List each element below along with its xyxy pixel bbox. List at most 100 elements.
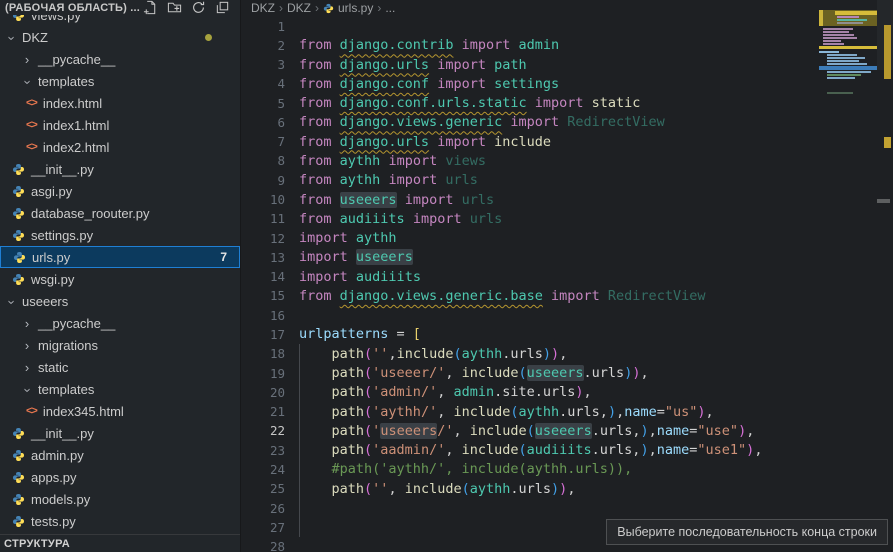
html-icon: <> — [26, 97, 37, 109]
item-label: index.html — [43, 96, 102, 111]
line-number: 24 — [241, 462, 285, 477]
minimap[interactable] — [819, 8, 878, 218]
code-line-10[interactable]: 10from useeers import urls — [241, 190, 494, 210]
item-label: apps.py — [31, 470, 77, 485]
tree-item-models.py[interactable]: models.py — [0, 488, 240, 510]
tree-item-database_roouter.py[interactable]: database_roouter.py — [0, 202, 240, 224]
tree-item-index2.html[interactable]: <>index2.html — [0, 136, 240, 158]
overview-ruler — [877, 0, 893, 552]
code-line-8[interactable]: 8from aythh import views — [241, 151, 486, 171]
workspace-title: (РАБОЧАЯ ОБЛАСТЬ) ... — [0, 2, 140, 14]
explorer-header: (РАБОЧАЯ ОБЛАСТЬ) ... — [0, 0, 240, 15]
code-line-11[interactable]: 11from audiiits import urls — [241, 209, 502, 229]
minimap-bar — [823, 43, 844, 45]
tree-item-tests.py[interactable]: tests.py — [0, 510, 240, 532]
item-label: __pycache__ — [38, 316, 115, 331]
code-line-19[interactable]: 19 path('useeer/', include(useeers.urls)… — [241, 363, 649, 383]
line-number: 1 — [241, 19, 285, 34]
tree-item-wsgi.py[interactable]: wsgi.py — [0, 268, 240, 290]
code-line-23[interactable]: 23 path('aadmin/', include(audiiits.urls… — [241, 440, 762, 460]
tree-item-index.html[interactable]: <> index.html — [0, 92, 240, 114]
ruler-mark — [877, 199, 890, 203]
line-number: 22 — [241, 423, 285, 438]
python-icon — [12, 471, 25, 484]
line-text: path('', include(aythh.urls)), — [285, 481, 575, 497]
bracket-guide — [299, 344, 300, 537]
tree-item-useeers[interactable]: ›useeers — [0, 290, 240, 312]
tree-item-asgi.py[interactable]: asgi.py — [0, 180, 240, 202]
minimap-bar — [827, 60, 859, 62]
tree-item-static[interactable]: › static — [0, 356, 240, 378]
code-line-22[interactable]: 22 path('useeers/', include(useeers.urls… — [241, 421, 754, 441]
collapse-all-icon[interactable] — [215, 0, 230, 15]
python-icon — [12, 229, 25, 242]
item-label: useeers — [22, 294, 68, 309]
code-line-4[interactable]: 4from django.conf import settings — [241, 74, 559, 94]
item-label: models.py — [31, 492, 90, 507]
code-line-6[interactable]: 6from django.views.generic import Redire… — [241, 112, 665, 132]
tree-item-templates[interactable]: ›templates — [0, 70, 240, 92]
code-line-5[interactable]: 5from django.conf.urls.static import sta… — [241, 93, 640, 113]
code-line-18[interactable]: 18 path('',include(aythh.urls)), — [241, 344, 567, 364]
code-line-16[interactable]: 16 — [241, 305, 299, 325]
tree-item-migrations[interactable]: › migrations — [0, 334, 240, 356]
tree-item-__init__.py[interactable]: __init__.py — [0, 422, 240, 444]
code-line-9[interactable]: 9from aythh import urls — [241, 170, 478, 190]
python-icon — [12, 515, 25, 528]
minimap-bar — [819, 46, 877, 49]
code-line-27[interactable]: 27 — [241, 517, 299, 537]
tree-item-index1.html[interactable]: <>index1.html — [0, 114, 240, 136]
code-line-15[interactable]: 15from django.views.generic.base import … — [241, 286, 705, 306]
minimap-bar — [827, 63, 867, 65]
folder-chevron-icon: › — [20, 385, 35, 395]
code-line-28[interactable]: 28 — [241, 537, 299, 552]
folder-chevron-icon: › — [22, 338, 32, 353]
code-line-25[interactable]: 25 path('', include(aythh.urls)), — [241, 479, 575, 499]
python-icon — [12, 207, 25, 220]
tree-item-settings.py[interactable]: settings.py — [0, 224, 240, 246]
item-label: migrations — [38, 338, 98, 353]
html-icon: <> — [26, 119, 37, 131]
code-line-26[interactable]: 26 — [241, 498, 299, 518]
tree-item-admin.py[interactable]: admin.py — [0, 444, 240, 466]
line-text: path('aythh/', include(aythh.urls,),name… — [285, 404, 714, 420]
tree-item-templates[interactable]: ›templates — [0, 378, 240, 400]
new-file-icon[interactable] — [143, 0, 158, 15]
code-line-17[interactable]: 17urlpatterns = [ — [241, 324, 421, 344]
tree-item-__pycache__[interactable]: ›__pycache__ — [0, 312, 240, 334]
folder-chevron-icon: › — [22, 360, 32, 375]
minimap-bar — [819, 66, 877, 70]
code-line-20[interactable]: 20 path('admin/', admin.site.urls), — [241, 382, 592, 402]
code-line-7[interactable]: 7from django.urls import include — [241, 132, 551, 152]
minimap-bar — [837, 22, 863, 24]
code-line-12[interactable]: 12import aythh — [241, 228, 397, 248]
code-line-2[interactable]: 2from django.contrib import admin — [241, 35, 559, 55]
explorer-sidebar: views.py›DKZ›__pycache__›templates<>inde… — [0, 0, 240, 552]
tree-item-urls.py[interactable]: urls.py7 — [0, 246, 240, 268]
code-area[interactable]: 12from django.contrib import admin3from … — [241, 0, 893, 552]
ruler-mark — [884, 137, 891, 148]
item-label: DKZ — [22, 30, 48, 45]
item-label: static — [38, 360, 68, 375]
line-number: 4 — [241, 76, 285, 91]
code-line-1[interactable]: 1 — [241, 16, 299, 36]
line-text: from aythh import views — [285, 153, 486, 169]
tree-item-__pycache__[interactable]: ›__pycache__ — [0, 48, 240, 70]
tree-item-__init__.py[interactable]: __init__.py — [0, 158, 240, 180]
new-folder-icon[interactable] — [167, 0, 182, 15]
line-text: path('admin/', admin.site.urls), — [285, 384, 592, 400]
tree-item-DKZ[interactable]: ›DKZ — [0, 26, 240, 48]
code-line-21[interactable]: 21 path('aythh/', include(aythh.urls,),n… — [241, 402, 714, 422]
code-line-3[interactable]: 3from django.urls import path — [241, 55, 527, 75]
line-text: #path('aythh/', include(aythh.urls)), — [285, 461, 632, 477]
structure-panel-header[interactable]: СТРУКТУРА — [0, 534, 240, 552]
line-number: 17 — [241, 327, 285, 342]
tree-item-apps.py[interactable]: apps.py — [0, 466, 240, 488]
code-line-13[interactable]: 13import useeers — [241, 247, 413, 267]
tree-item-index345.html[interactable]: <>index345.html — [0, 400, 240, 422]
line-number: 20 — [241, 385, 285, 400]
code-line-14[interactable]: 14import audiiits — [241, 267, 421, 287]
line-number: 6 — [241, 115, 285, 130]
item-label: __init__.py — [31, 426, 94, 441]
refresh-icon[interactable] — [191, 0, 206, 15]
